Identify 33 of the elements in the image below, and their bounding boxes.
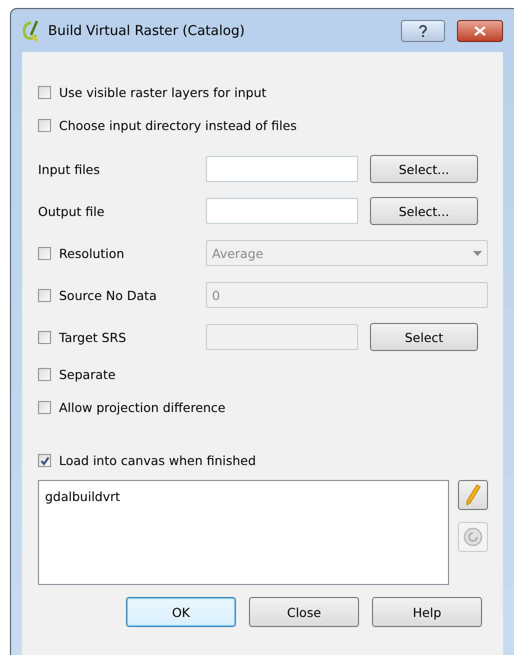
checkbox-label: Allow projection difference: [59, 400, 226, 415]
field-label: Output file: [38, 204, 104, 218]
checkbox[interactable]: [38, 454, 51, 467]
pencil-icon: [465, 484, 481, 506]
question-icon: [418, 24, 428, 36]
command-field[interactable]: gdalbuildvrt: [38, 480, 449, 585]
checkbox-label: Load into canvas when finished: [59, 453, 256, 468]
checkbox[interactable]: [38, 119, 51, 132]
edit-button[interactable]: [458, 480, 488, 510]
path-field[interactable]: [206, 198, 358, 224]
checkbox-label: Separate: [59, 367, 116, 382]
select-button[interactable]: Select...: [370, 197, 478, 225]
path-field[interactable]: [206, 156, 358, 182]
checkbox-label: Use visible raster layers for input: [59, 85, 266, 100]
dialog-button[interactable]: Close: [249, 597, 359, 627]
field-label: Input files: [38, 162, 100, 176]
caret-icon: [473, 250, 482, 256]
checkbox-label: Choose input directory instead of files: [59, 118, 297, 133]
close-button[interactable]: [457, 20, 503, 42]
select-button[interactable]: Select...: [370, 155, 478, 183]
help-button[interactable]: [401, 20, 445, 42]
checkbox-label: Resolution: [59, 246, 124, 260]
checkbox[interactable]: [38, 368, 51, 381]
dialog-button[interactable]: OK: [126, 597, 236, 627]
dialog-button[interactable]: Help: [372, 597, 482, 627]
app-logo-icon: [22, 20, 40, 42]
circle-icon: [463, 527, 483, 547]
checkbox[interactable]: [38, 401, 51, 414]
checkbox[interactable]: [38, 86, 51, 99]
close-icon: [474, 26, 486, 36]
window-title: Build Virtual Raster (Catalog): [48, 22, 246, 38]
checkbox-label: Target SRS: [59, 330, 126, 344]
checkbox-label: Source No Data: [59, 288, 157, 302]
